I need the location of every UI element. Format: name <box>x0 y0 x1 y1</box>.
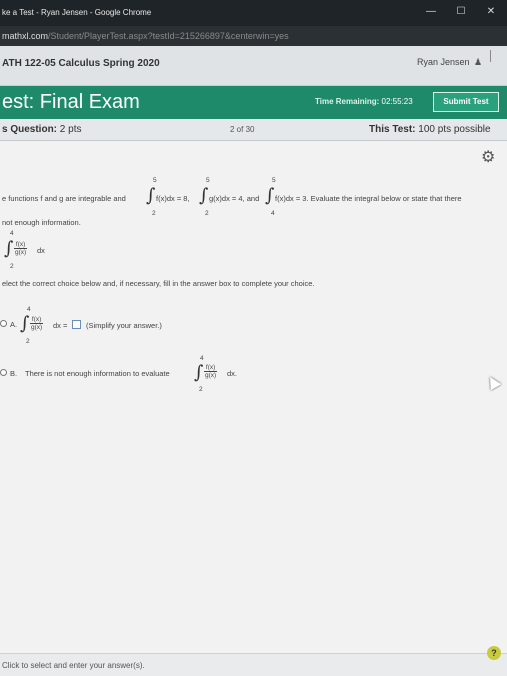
int3-upper: 5 <box>272 177 276 184</box>
choice-b-fraction: f(x) g(x) <box>204 364 218 379</box>
choice-b-letter[interactable]: B. <box>10 369 17 378</box>
choice-b-dx: dx. <box>227 369 238 378</box>
choice-a-lower: 2 <box>26 338 30 345</box>
target-den: g(x) <box>15 249 27 256</box>
address-bar[interactable]: mathxl.com/Student/PlayerTest.aspx?testI… <box>0 26 507 46</box>
int3-lower: 4 <box>271 210 275 217</box>
target-dx: dx <box>37 246 45 255</box>
integral-sign: ∫ <box>146 185 156 206</box>
integral-sign: ∫ <box>20 313 30 334</box>
instruction-text: elect the correct choice below and, if n… <box>2 279 315 288</box>
close-icon[interactable]: ✕ <box>484 5 498 19</box>
user-icon[interactable]: ♟ <box>474 57 482 68</box>
int1-lower: 2 <box>152 210 156 217</box>
answer-input-box[interactable] <box>72 320 81 329</box>
maximize-icon[interactable]: ☐ <box>454 5 468 19</box>
time-label: Time Remaining: <box>315 97 380 106</box>
choice-a-dx: dx = <box>53 321 68 330</box>
question-label: s Question: 2 pts <box>2 124 81 135</box>
browser-title-bar: ke a Test - Ryan Jensen - Google Chrome … <box>0 0 507 26</box>
integral-sign: ∫ <box>265 185 275 206</box>
choice-a-hint: (Simplify your answer.) <box>86 321 162 330</box>
target-num: f(x) <box>14 241 28 249</box>
test-header: est: Final Exam Time Remaining: 02:55:23… <box>0 86 507 119</box>
footer-bar: Click to select and enter your answer(s)… <box>0 653 507 676</box>
int2-upper: 5 <box>206 177 210 184</box>
target-lower: 2 <box>10 263 14 270</box>
course-bar: ATH 122-05 Calculus Spring 2020 Ryan Jen… <box>0 46 507 86</box>
choice-b-den: g(x) <box>205 372 217 379</box>
choice-b-radio[interactable] <box>0 369 7 376</box>
choice-b-lower: 2 <box>199 386 203 393</box>
choice-b-num: f(x) <box>204 364 218 372</box>
target-fraction: f(x) g(x) <box>14 241 28 256</box>
scroll-marker <box>490 50 491 62</box>
target-upper: 4 <box>10 230 14 237</box>
gear-icon[interactable]: ⚙ <box>481 147 495 167</box>
choice-a-num: f(x) <box>30 316 44 324</box>
choice-b-upper: 4 <box>200 355 204 362</box>
question-position[interactable]: 2 of 30 <box>230 125 254 134</box>
question-info-bar: s Question: 2 pts 2 of 30 This Test: 100… <box>0 119 507 141</box>
choice-a-den: g(x) <box>31 324 43 331</box>
question-points: 2 pts <box>59 124 82 135</box>
integral-sign: ∫ <box>199 185 209 206</box>
url-host: mathxl.com <box>2 31 49 41</box>
test-title: est: Final Exam <box>2 91 140 113</box>
footer-text: Click to select and enter your answer(s)… <box>2 661 145 670</box>
choice-a-fraction: f(x) g(x) <box>30 316 44 331</box>
window-title: ke a Test - Ryan Jensen - Google Chrome <box>2 8 152 17</box>
question-label-text: s Question: <box>2 124 58 135</box>
choice-b-text: There is not enough information to evalu… <box>25 369 170 378</box>
choice-a-letter[interactable]: A. <box>10 320 17 329</box>
int2-body: g(x)dx = 4, and <box>209 194 260 203</box>
time-remaining: Time Remaining: 02:55:23 <box>315 97 413 106</box>
help-icon[interactable]: ? <box>487 646 501 660</box>
test-total-label: This Test: <box>369 124 416 135</box>
minimize-icon[interactable]: — <box>424 5 438 19</box>
time-value: 02:55:23 <box>381 97 413 106</box>
submit-test-button[interactable]: Submit Test <box>433 92 499 112</box>
choice-a-upper: 4 <box>27 306 31 313</box>
url[interactable]: mathxl.com/Student/PlayerTest.aspx?testI… <box>2 31 289 41</box>
int1-upper: 5 <box>153 177 157 184</box>
url-path: /Student/PlayerTest.aspx?testId=21526689… <box>48 31 289 41</box>
int3-body: f(x)dx = 3. Evaluate the integral below … <box>275 194 462 203</box>
course-title: ATH 122-05 Calculus Spring 2020 <box>2 58 160 69</box>
test-total-value: 100 pts possible <box>418 124 491 135</box>
choice-a-radio[interactable] <box>0 320 7 327</box>
int1-body: f(x)dx = 8, <box>156 194 190 203</box>
question-intro: e functions f and g are integrable and <box>2 194 126 203</box>
integral-sign: ∫ <box>194 362 204 383</box>
user-name[interactable]: Ryan Jensen <box>417 57 470 67</box>
integral-sign: ∫ <box>4 238 14 259</box>
test-total: This Test: 100 pts possible <box>369 124 491 135</box>
mouse-cursor-icon <box>484 373 502 391</box>
int2-lower: 2 <box>205 210 209 217</box>
question-intro-line2: not enough information. <box>2 218 81 227</box>
